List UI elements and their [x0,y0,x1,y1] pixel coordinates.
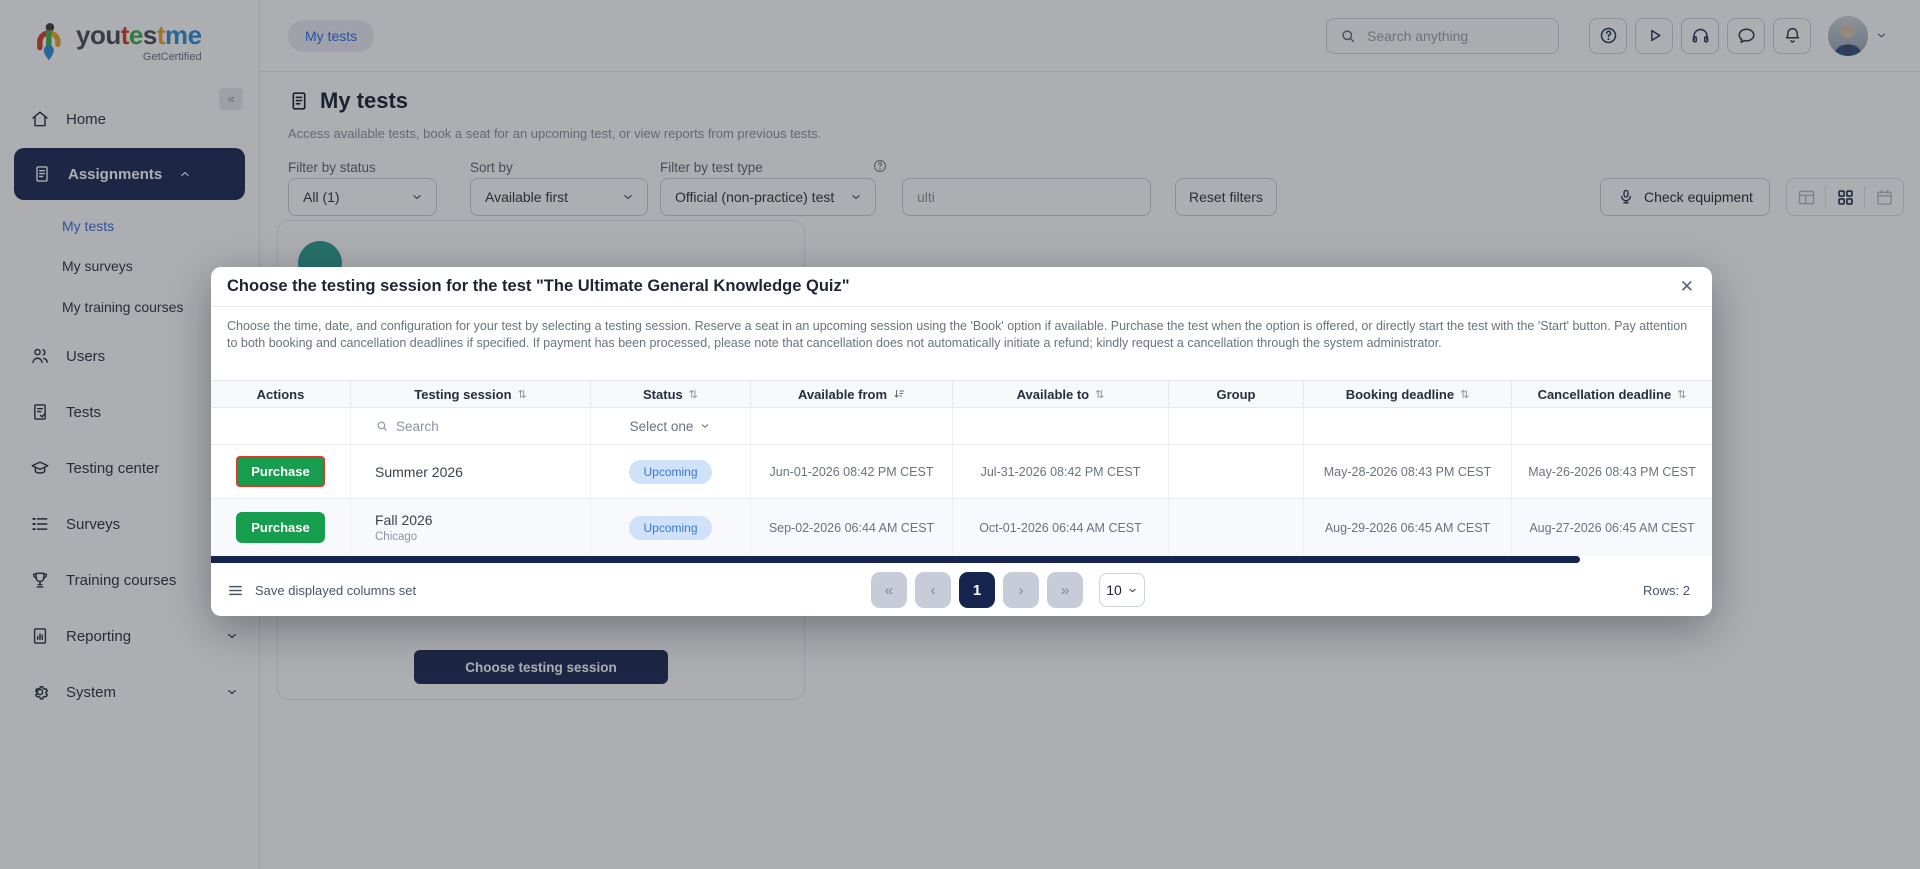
cancellation-deadline-value: Aug-27-2026 06:45 AM CEST [1529,520,1695,535]
col-header-group: Group [1169,381,1304,407]
sort-icon[interactable]: ⇅ [1677,388,1686,401]
session-search-input[interactable] [396,418,536,434]
save-columns-button[interactable]: Save displayed columns set [227,582,416,599]
modal-description: Choose the time, date, and configuration… [227,319,1688,350]
purchase-button[interactable]: Purchase [236,456,325,487]
sort-icon[interactable]: ⇅ [518,388,527,401]
available-from-value: Jun-01-2026 08:42 PM CEST [751,445,953,498]
table-header-row: Actions Testing session ⇅ Status ⇅ Availab… [211,380,1712,408]
group-value [1169,499,1304,556]
col-header-actions: Actions [211,381,351,407]
chevron-down-icon [702,424,709,428]
page-size-value: 10 [1106,582,1122,598]
session-name: Summer 2026 [375,463,463,480]
status-filter-dropdown[interactable]: Select one [630,419,712,434]
horizontal-scrollbar [211,556,1712,564]
col-header-available-to[interactable]: Available to ⇅ [953,381,1169,407]
group-value [1169,445,1304,498]
table-row: Purchase Summer 2026 Upcoming Jun-01-202… [211,444,1712,498]
current-page-button[interactable]: 1 [959,572,995,608]
sort-icon[interactable]: ⇅ [689,388,698,401]
pagination: « ‹ 1 › » 10 [871,564,1145,616]
purchase-button[interactable]: Purchase [236,512,325,543]
available-to-value: Jul-31-2026 08:42 PM CEST [953,445,1169,498]
next-page-button[interactable]: › [1003,572,1039,608]
hamburger-icon [227,582,244,599]
modal-close-button[interactable]: ✕ [1680,278,1694,295]
booking-deadline-value: Aug-29-2026 06:45 AM CEST [1304,499,1512,556]
rows-count: Rows: 2 [1643,582,1690,598]
sort-descending-icon[interactable] [893,388,905,400]
first-page-button[interactable]: « [871,572,907,608]
status-badge: Upcoming [629,459,712,484]
chevron-down-icon [1129,588,1136,592]
col-header-testing-session[interactable]: Testing session ⇅ [351,381,591,407]
page-size-select[interactable]: 10 [1099,573,1145,607]
prev-page-button[interactable]: ‹ [915,572,951,608]
session-name: Fall 2026 [375,512,433,528]
save-columns-label: Save displayed columns set [255,582,417,598]
sort-icon[interactable]: ⇅ [1460,388,1469,401]
table-row: Purchase Fall 2026 Chicago Upcoming Sep-… [211,498,1712,556]
available-to-value: Oct-01-2026 06:44 AM CEST [953,499,1169,556]
available-from-value: Sep-02-2026 06:44 AM CEST [751,499,953,556]
last-page-button[interactable]: » [1047,572,1083,608]
session-search-cell [351,408,591,444]
col-header-available-from[interactable]: Available from [751,381,953,407]
testing-session-modal: Choose the testing session for the test … [211,267,1712,616]
modal-title: Choose the testing session for the test … [227,277,850,295]
status-badge: Upcoming [629,515,712,540]
modal-footer: Save displayed columns set « ‹ 1 › » 10 … [211,564,1712,616]
cancellation-deadline-value: May-26-2026 08:43 PM CEST [1528,464,1696,479]
table-filter-row: Select one [211,408,1712,444]
booking-deadline-value: May-28-2026 08:43 PM CEST [1304,445,1512,498]
close-icon: ✕ [1679,277,1694,296]
col-header-booking-deadline[interactable]: Booking deadline ⇅ [1304,381,1512,407]
search-icon [375,419,389,433]
scrollbar-thumb[interactable] [211,556,1580,563]
sessions-table: Actions Testing session ⇅ Status ⇅ Availab… [211,380,1712,564]
sort-icon[interactable]: ⇅ [1095,388,1104,401]
col-header-cancellation-deadline[interactable]: Cancellation deadline ⇅ [1512,381,1712,407]
col-header-status[interactable]: Status ⇅ [591,381,751,407]
session-location: Chicago [375,531,418,543]
